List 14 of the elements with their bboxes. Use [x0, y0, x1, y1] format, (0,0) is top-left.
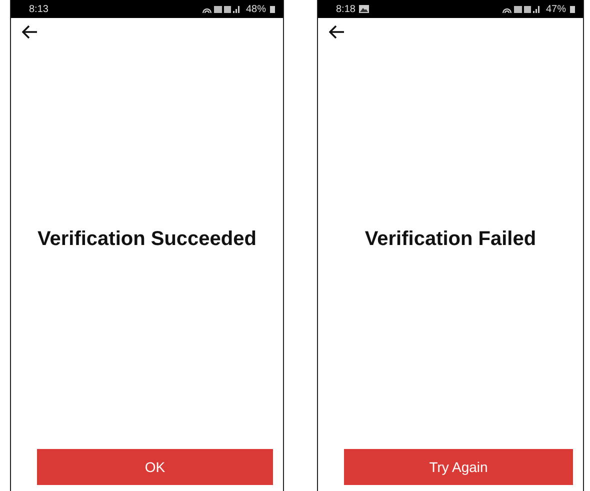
status-icons [202, 4, 242, 14]
battery-percent: 47% [546, 4, 566, 14]
status-time: 8:18 [336, 4, 356, 14]
verification-message: Verification Failed [364, 228, 536, 250]
action-button[interactable]: Try Again [344, 449, 573, 485]
battery-icon [270, 5, 275, 13]
battery-icon [570, 5, 575, 13]
verification-message: Verification Succeeded [38, 228, 256, 250]
action-button[interactable]: OK [37, 449, 273, 485]
status-icons [502, 4, 542, 14]
battery-percent: 48% [246, 4, 266, 14]
back-arrow-icon[interactable] [329, 25, 345, 39]
status-time: 8:13 [29, 4, 48, 14]
back-arrow-icon[interactable] [22, 25, 38, 39]
